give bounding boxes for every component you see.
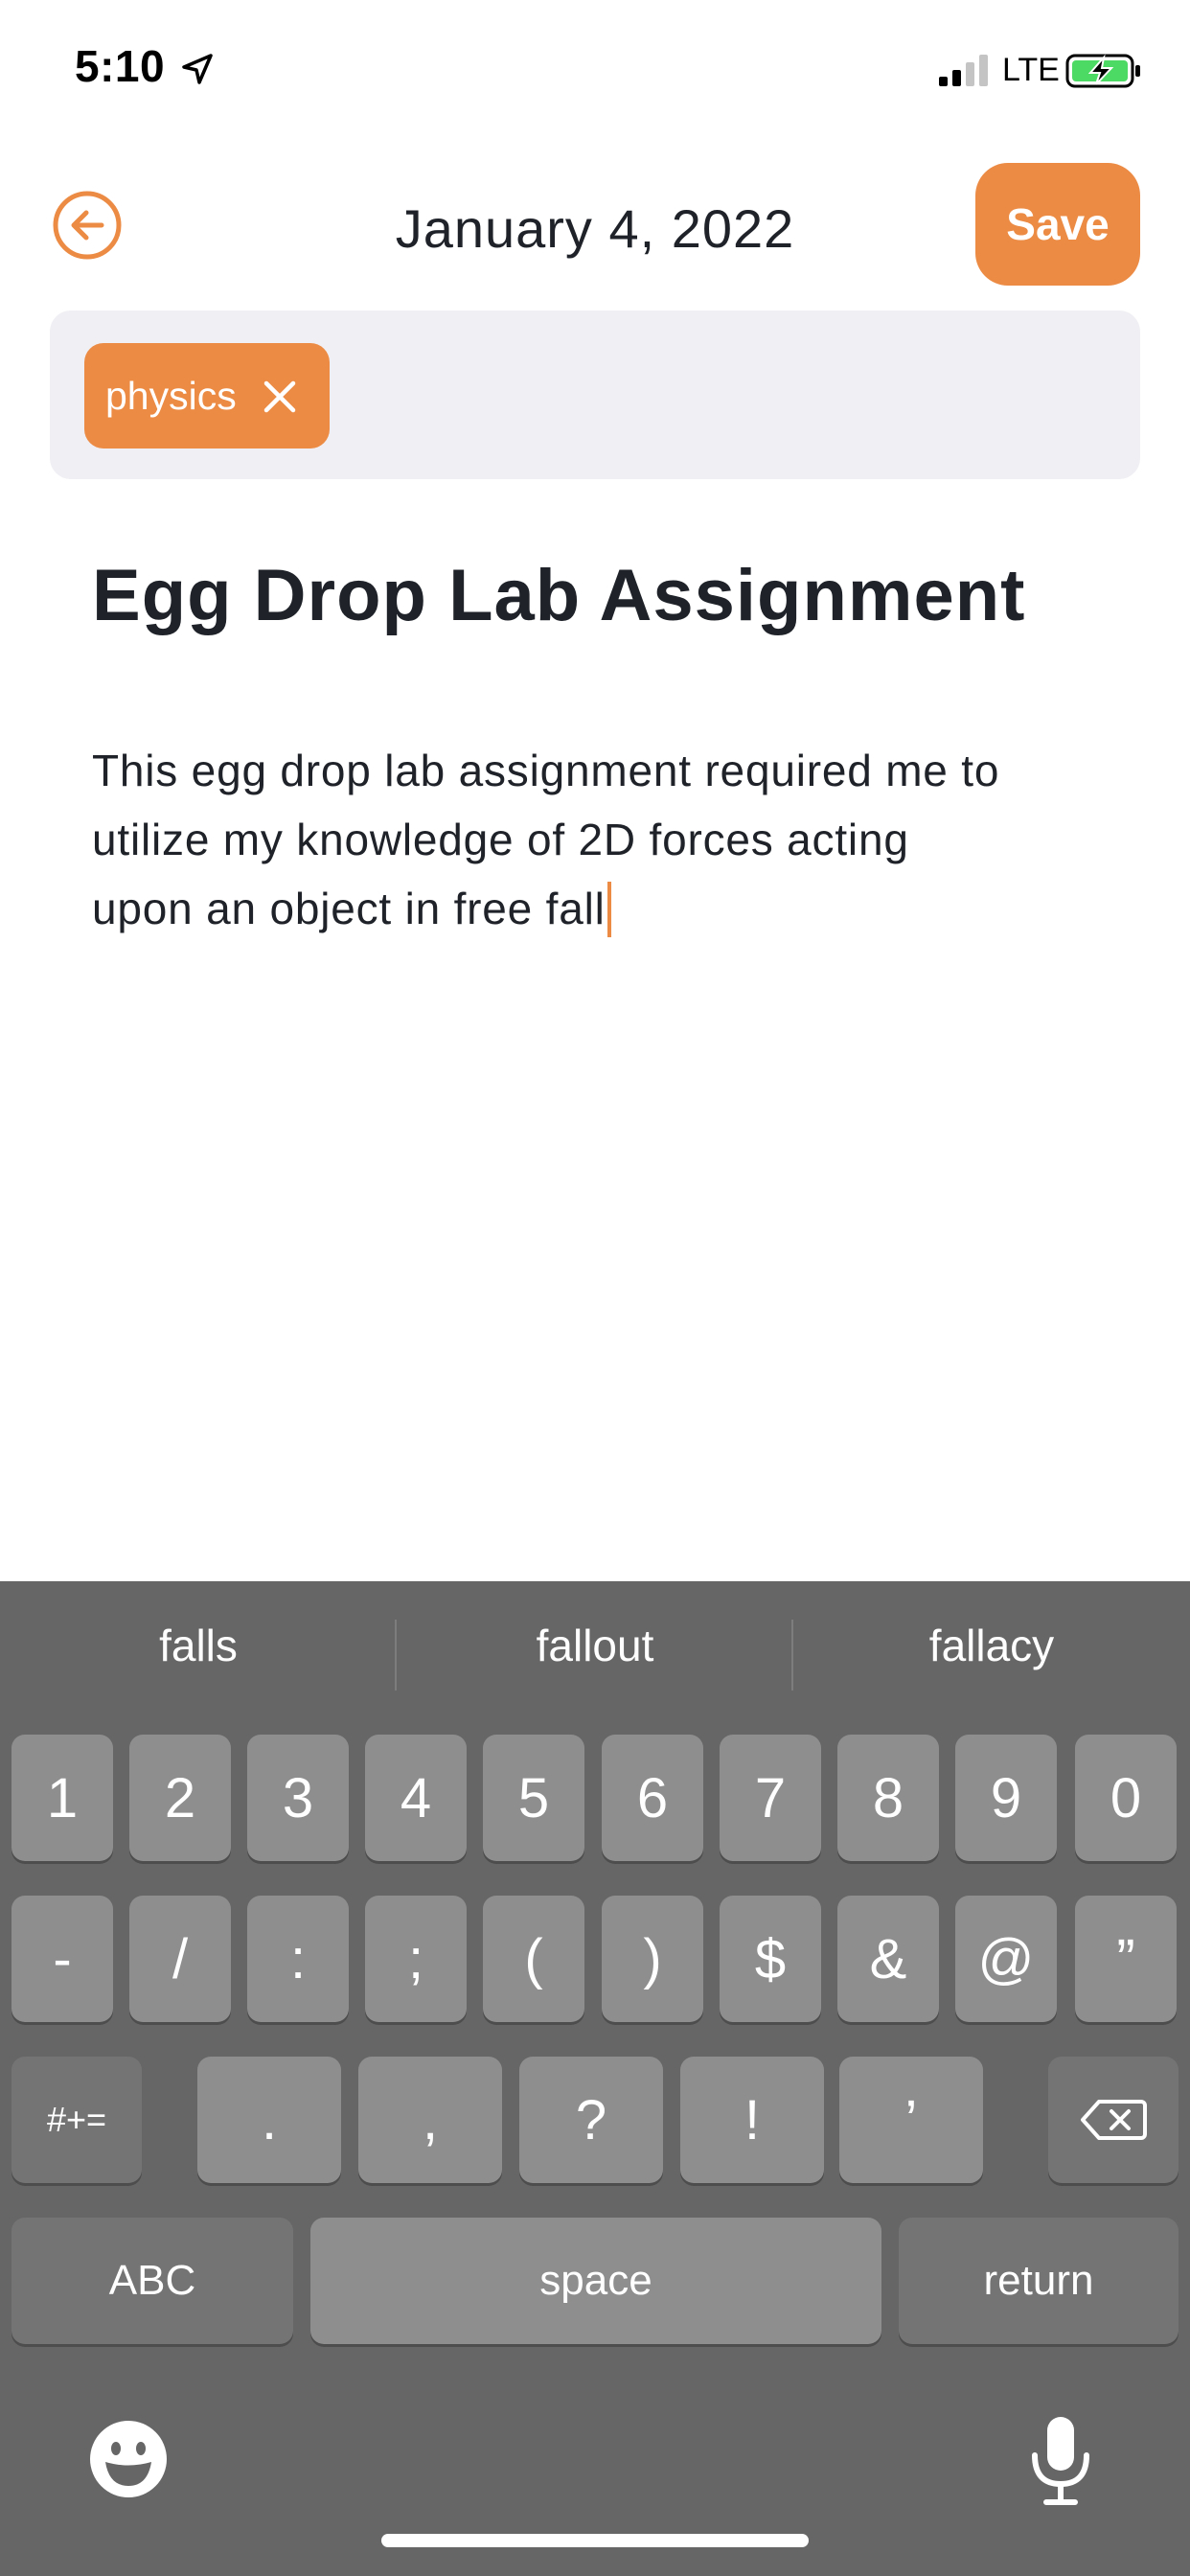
key-4[interactable]: 4 [365, 1735, 467, 1861]
backspace-key[interactable] [1048, 2057, 1179, 2183]
key-space[interactable]: space [310, 2218, 881, 2344]
key-dollar[interactable]: $ [720, 1896, 821, 2022]
suggestion-item[interactable]: falls [0, 1620, 397, 1671]
status-time: 5:10 [75, 41, 166, 91]
key-period[interactable]: . [197, 2057, 341, 2183]
key-open-paren[interactable]: ( [483, 1896, 584, 2022]
battery-charging-icon [1065, 54, 1140, 88]
key-slash[interactable]: / [129, 1896, 231, 2022]
key-quote[interactable]: ” [1075, 1896, 1177, 2022]
key-hyphen[interactable]: - [11, 1896, 113, 2022]
note-body-line: This egg drop lab assignment required me… [92, 746, 1000, 795]
key-close-paren[interactable]: ) [602, 1896, 703, 2022]
key-2[interactable]: 2 [129, 1735, 231, 1861]
microphone-icon[interactable] [1027, 2415, 1094, 2507]
backspace-icon [1081, 2100, 1147, 2140]
suggestion-bar: falls fallout fallacy [0, 1581, 1190, 1725]
home-indicator[interactable] [381, 2534, 809, 2547]
network-type: LTE [1002, 52, 1060, 88]
emoji-icon[interactable] [88, 2419, 169, 2499]
key-5[interactable]: 5 [483, 1735, 584, 1861]
key-ampersand[interactable]: & [837, 1896, 939, 2022]
key-3[interactable]: 3 [247, 1735, 349, 1861]
key-comma[interactable]: , [358, 2057, 502, 2183]
save-button[interactable]: Save [975, 163, 1140, 286]
location-arrow-icon [182, 54, 213, 84]
key-more-symbols[interactable]: #+= [11, 2057, 142, 2183]
keyboard: falls fallout fallacy 1 2 3 4 5 6 7 8 9 … [0, 1581, 1190, 2576]
close-icon[interactable] [261, 378, 299, 416]
key-8[interactable]: 8 [837, 1735, 939, 1861]
key-1[interactable]: 1 [11, 1735, 113, 1861]
tag-chip-physics[interactable]: physics [84, 343, 330, 448]
note-date: January 4, 2022 [395, 198, 795, 259]
key-6[interactable]: 6 [602, 1735, 703, 1861]
tag-label: physics [105, 373, 237, 418]
note-body-line: utilize my knowledge of 2D forces acting [92, 815, 909, 864]
key-abc[interactable]: ABC [11, 2218, 293, 2344]
key-7[interactable]: 7 [720, 1735, 821, 1861]
key-question[interactable]: ? [519, 2057, 663, 2183]
note-title[interactable]: Egg Drop Lab Assignment [92, 554, 1127, 637]
key-at[interactable]: @ [955, 1896, 1057, 2022]
note-body-editor[interactable]: This egg drop lab assignment required me… [92, 736, 1108, 943]
status-bar: 5:10 LTE [0, 0, 1190, 144]
suggestion-item[interactable]: fallacy [793, 1620, 1190, 1671]
key-9[interactable]: 9 [955, 1735, 1057, 1861]
key-semicolon[interactable]: ; [365, 1896, 467, 2022]
cellular-signal-icon [939, 55, 988, 86]
tag-area[interactable]: physics [50, 310, 1140, 479]
key-0[interactable]: 0 [1075, 1735, 1177, 1861]
key-apostrophe[interactable]: ’ [839, 2057, 983, 2183]
back-arrow-circle-icon[interactable] [52, 190, 123, 261]
suggestion-item[interactable]: fallout [397, 1620, 793, 1671]
key-colon[interactable]: : [247, 1896, 349, 2022]
note-body-line: upon an object in free fall [92, 874, 1108, 943]
key-return[interactable]: return [899, 2218, 1179, 2344]
text-cursor [606, 882, 611, 937]
key-exclamation[interactable]: ! [680, 2057, 824, 2183]
